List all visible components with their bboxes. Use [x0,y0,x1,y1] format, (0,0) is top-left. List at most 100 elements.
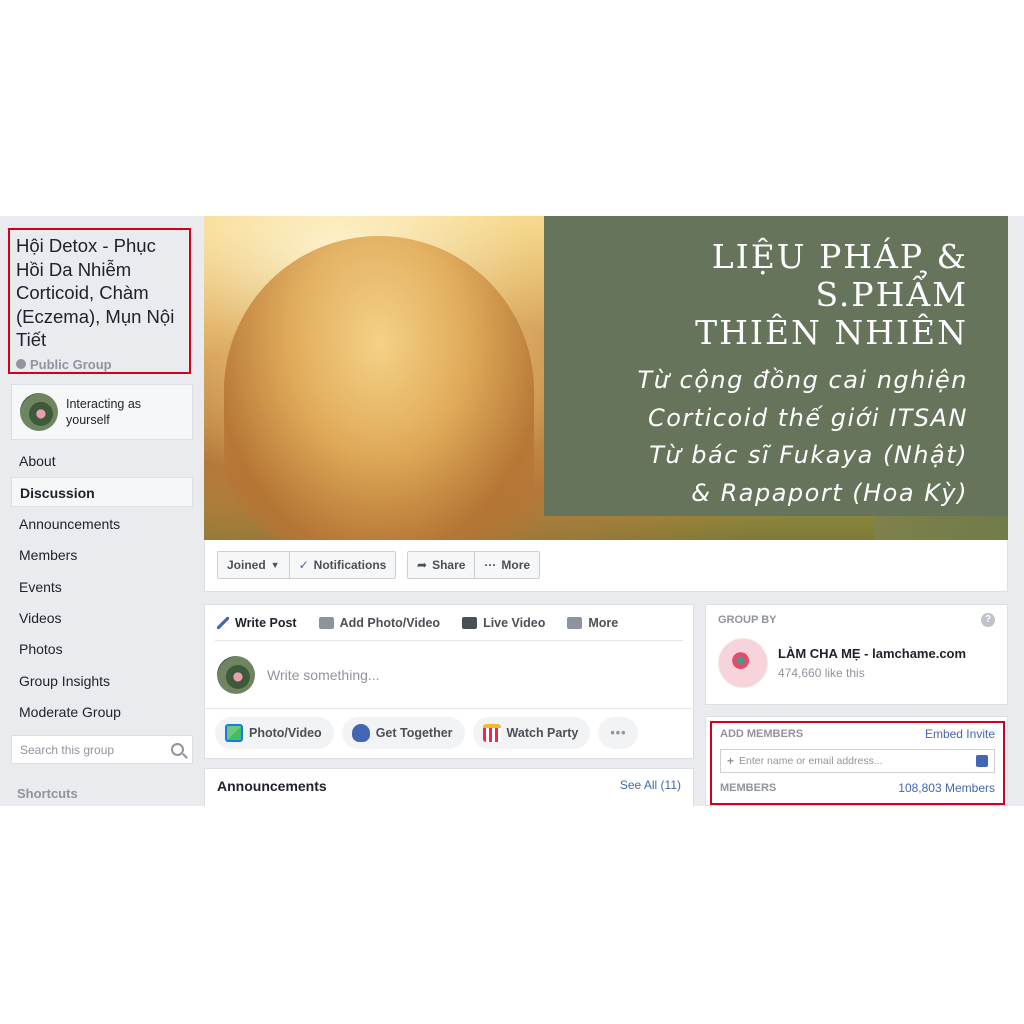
tab-add-photo-video[interactable]: Add Photo/Video [318,615,441,630]
facebook-group-page: Hội Detox - Phục Hồi Da Nhiễm Corticoid,… [0,216,1024,806]
cover-image-subject [224,236,534,540]
announcements-title: Announcements [217,778,327,794]
more-dots-icon [567,616,583,629]
tab-live-video-label: Live Video [483,615,546,630]
embed-invite-link[interactable]: Embed Invite [925,727,995,741]
cover-line-5: Từ bác sĩ Fukaya (Nhật) [649,441,968,469]
photo-icon [225,724,243,742]
avatar [20,393,58,431]
more-dots-icon: ··· [484,558,497,572]
nav-announcements[interactable]: Announcements [11,509,193,539]
page-likes: 474,660 like this [778,666,865,680]
tab-add-photo-video-label: Add Photo/Video [339,615,441,630]
composer-input-row[interactable]: Write something... [205,641,693,709]
composer-placeholder[interactable]: Write something... [267,667,380,683]
search-icon[interactable] [171,743,184,756]
tab-more[interactable]: More [567,616,618,630]
composer-tabs: Write Post Add Photo/Video Live Video Mo… [215,605,683,641]
checkmark-icon: ✓ [298,558,309,572]
members-header: MEMBERS 108,803 Members [720,781,995,795]
share-label: Share [432,558,466,572]
group-title-highlight: Hội Detox - Phục Hồi Da Nhiễm Corticoid,… [8,228,191,374]
joined-button[interactable]: Joined ▼ [218,552,289,578]
group-privacy: Public Group [16,357,183,372]
nav-members[interactable]: Members [11,540,193,570]
nav-group-insights[interactable]: Group Insights [11,666,193,696]
announcements-card: Announcements See All (11) [204,768,694,806]
page-avatar[interactable] [718,638,768,688]
share-arrow-icon: ➦ [417,558,428,572]
tab-write-post-label: Write Post [235,615,297,630]
tab-live-video[interactable]: Live Video [462,616,545,630]
more-dots-icon: ••• [610,726,627,740]
plus-icon: + [727,754,735,768]
add-members-label: ADD MEMBERS [720,728,804,740]
help-icon[interactable]: ? [981,613,995,627]
group-owner-page[interactable]: LÀM CHA MẸ - lamchame.com 474,660 like t… [718,638,995,688]
see-all-link[interactable]: See All (11) [620,778,681,792]
page-name[interactable]: LÀM CHA MẸ - lamchame.com [778,646,966,661]
nav-events[interactable]: Events [11,572,193,602]
post-composer: Write Post Add Photo/Video Live Video Mo… [204,604,694,759]
popcorn-icon [482,724,501,742]
add-members-input[interactable]: + Enter name or email address... [720,749,995,773]
group-side-nav: About Discussion Announcements Members E… [11,446,193,729]
add-members-header: ADD MEMBERS Embed Invite [720,727,995,741]
group-privacy-label: Public Group [30,356,112,372]
video-camera-icon [462,616,478,629]
photo-video-button[interactable]: Photo/Video [215,717,334,749]
cover-text-panel: LIỆU PHÁP & S.PHẨM THIÊN NHIÊN Từ cộng đ… [544,216,1008,516]
members-count-link[interactable]: 108,803 Members [898,781,995,795]
cover-line-6: & Rapaport (Hoa Kỳ) [691,478,968,507]
cover-line-4: Corticoid thế giới ITSAN [647,403,968,432]
watch-party-label: Watch Party [506,726,579,740]
add-members-card: ADD MEMBERS Embed Invite + Enter name or… [705,716,1008,806]
interacting-as-switcher[interactable]: Interacting as yourself [11,384,193,440]
globe-icon [16,359,26,369]
joined-label: Joined [227,558,266,572]
notifications-button[interactable]: ✓ Notifications [288,552,396,578]
nav-about[interactable]: About [11,446,193,476]
get-together-button[interactable]: Get Together [341,717,465,749]
tab-write-post[interactable]: Write Post [217,616,297,630]
share-buttons: ➦ Share ··· More [407,551,541,579]
nav-videos[interactable]: Videos [11,603,193,633]
nav-moderate-group[interactable]: Moderate Group [11,697,193,727]
cover-heading: LIỆU PHÁP & S.PHẨM THIÊN NHIÊN [564,238,968,352]
shortcuts-heading: Shortcuts [17,786,78,801]
more-options-button[interactable]: ••• [598,717,639,749]
membership-buttons: Joined ▼ ✓ Notifications [217,551,397,579]
group-by-label: GROUP BY [718,614,777,626]
get-together-label: Get Together [375,726,453,740]
cover-subheading: Từ cộng đồng cai nghiện Corticoid thế gi… [564,362,968,512]
add-members-highlight: ADD MEMBERS Embed Invite + Enter name or… [710,721,1005,805]
avatar [217,655,255,694]
add-members-placeholder: Enter name or email address... [739,755,883,767]
interacting-as-label: Interacting as yourself [66,397,142,427]
page-info: LÀM CHA MẸ - lamchame.com 474,660 like t… [778,646,966,680]
notifications-label: Notifications [313,558,387,572]
camera-icon [318,616,334,629]
more-button[interactable]: ··· More [474,552,539,578]
cover-line-3: Từ cộng đồng cai nghiện [637,366,968,394]
watch-party-button[interactable]: Watch Party [472,717,591,749]
photo-video-label: Photo/Video [249,726,322,740]
group-title[interactable]: Hội Detox - Phục Hồi Da Nhiễm Corticoid,… [16,234,183,352]
composer-action-pills: Photo/Video Get Together Watch Party ••• [205,709,693,757]
cover-line-1: LIỆU PHÁP & S.PHẨM [711,237,968,314]
cover-line-2: THIÊN NHIÊN [695,313,968,352]
waving-hand-icon [351,724,370,742]
cover-photo: LIỆU PHÁP & S.PHẨM THIÊN NHIÊN Từ cộng đ… [204,216,1008,540]
nav-discussion[interactable]: Discussion [11,477,193,508]
group-search-input[interactable]: Search this group [11,735,193,764]
more-label: More [501,558,531,572]
group-by-card: GROUP BY ? LÀM CHA MẸ - lamchame.com 474… [705,604,1008,705]
address-book-icon[interactable] [976,755,988,767]
tab-more-label: More [588,615,619,630]
caret-down-icon: ▼ [270,560,280,570]
search-placeholder: Search this group [20,742,115,757]
group-action-bar: Joined ▼ ✓ Notifications ➦ Share ··· Mor… [204,540,1008,592]
nav-photos[interactable]: Photos [11,634,193,664]
pencil-icon [217,616,229,629]
share-button[interactable]: ➦ Share [408,552,474,578]
